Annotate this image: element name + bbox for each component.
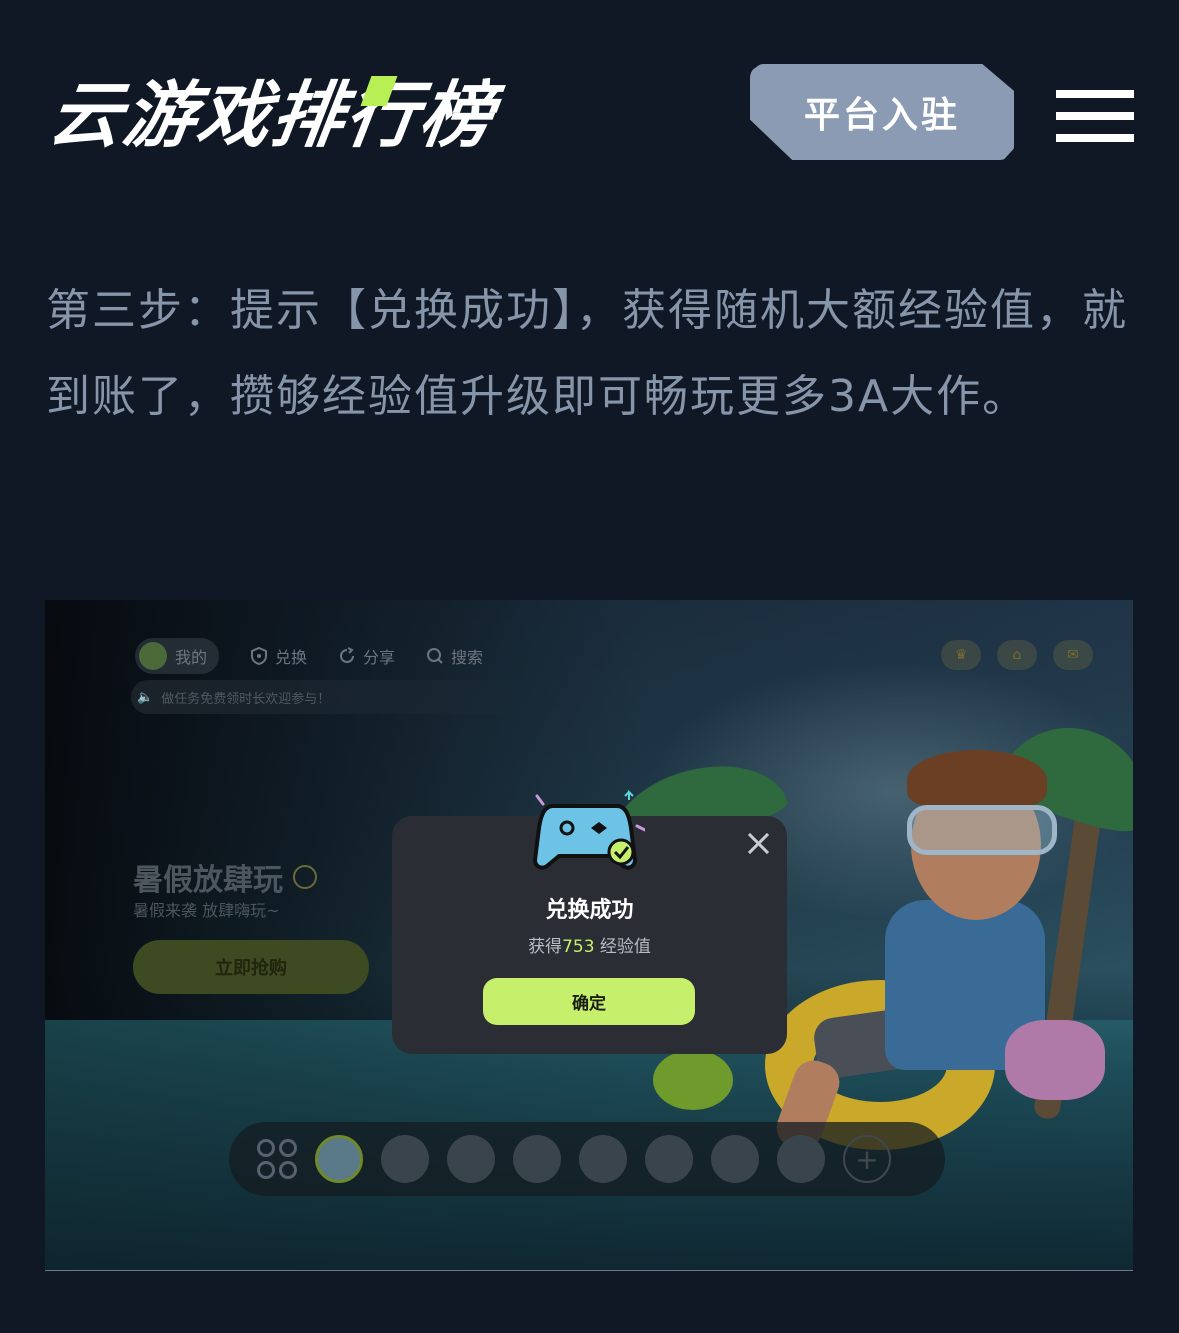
top-header: 云游戏排行榜 平台入驻 bbox=[0, 0, 1179, 230]
dialog-title: 兑换成功 bbox=[545, 898, 634, 923]
add-game-icon[interactable]: + bbox=[843, 1135, 891, 1183]
game-thumbnail[interactable] bbox=[315, 1135, 363, 1183]
game-thumbnail[interactable] bbox=[513, 1135, 561, 1183]
site-logo[interactable]: 云游戏排行榜 bbox=[44, 70, 500, 160]
clock-icon bbox=[293, 865, 317, 889]
nav-exchange[interactable]: 兑换 bbox=[249, 644, 307, 668]
dialog-reward: 获得753 经验值 bbox=[392, 932, 787, 957]
search-icon bbox=[427, 648, 443, 664]
mail-icon[interactable]: ✉ bbox=[1053, 640, 1093, 670]
nav-mine-label: 我的 bbox=[175, 648, 208, 667]
nav-share[interactable]: 分享 bbox=[337, 644, 395, 668]
game-thumbnail[interactable] bbox=[777, 1135, 825, 1183]
close-icon[interactable] bbox=[747, 832, 769, 854]
all-games-icon[interactable] bbox=[257, 1139, 297, 1179]
home-icon[interactable]: ⌂ bbox=[997, 640, 1037, 670]
vip-icon[interactable]: ♛ bbox=[941, 640, 981, 670]
speaker-icon: 🔈 bbox=[137, 690, 154, 705]
promo-title-text: 暑假放肆玩 bbox=[133, 863, 283, 898]
article-paragraph: 第三步：提示【兑换成功】，获得随机大额经验值，就到账了，攒够经验值升级即可畅玩更… bbox=[46, 285, 1128, 422]
gamepad-icon bbox=[532, 789, 645, 870]
platform-join-button[interactable]: 平台入驻 bbox=[750, 64, 1014, 160]
site-logo-text: 云游戏排行榜 bbox=[44, 73, 500, 157]
confirm-button[interactable]: 确定 bbox=[483, 978, 695, 1025]
buy-now-button[interactable]: 立即抢购 bbox=[133, 940, 369, 994]
notice: 🔈 做任务免费领时长欢迎参与！ bbox=[137, 688, 330, 707]
app-nav-bar: 我的 兑换 分享 搜索 bbox=[135, 638, 483, 674]
nav-search-label: 搜索 bbox=[451, 648, 484, 667]
nav-mine[interactable]: 我的 bbox=[135, 638, 220, 674]
share-icon bbox=[340, 647, 355, 663]
game-thumbnail[interactable] bbox=[381, 1135, 429, 1183]
character-goggles bbox=[907, 805, 1057, 855]
game-dock: + bbox=[229, 1122, 945, 1196]
reward-prefix: 获得 bbox=[528, 937, 563, 957]
nav-exchange-label: 兑换 bbox=[275, 648, 308, 667]
promo-title: 暑假放肆玩 bbox=[133, 855, 317, 899]
reward-suffix: 经验值 bbox=[594, 937, 651, 957]
menu-line bbox=[1056, 134, 1134, 142]
promo-subtitle: 暑假来袭 放肆嗨玩~ bbox=[133, 901, 280, 920]
reward-amount: 753 bbox=[562, 937, 595, 957]
top-right-icons: ♛ ⌂ ✉ bbox=[941, 640, 1093, 670]
avatar bbox=[139, 642, 167, 670]
shield-icon bbox=[251, 646, 268, 666]
nav-share-label: 分享 bbox=[363, 648, 396, 667]
menu-line bbox=[1056, 90, 1134, 98]
game-thumbnail[interactable] bbox=[645, 1135, 693, 1183]
game-thumbnail[interactable] bbox=[579, 1135, 627, 1183]
game-thumbnail[interactable] bbox=[711, 1135, 759, 1183]
green-mascot bbox=[653, 1050, 733, 1110]
menu-line bbox=[1056, 112, 1134, 120]
embedded-screenshot: 我的 兑换 分享 搜索 🔈 做任务免费领时长欢迎参与！ ♛ ⌂ ✉ 暑假放肆玩 … bbox=[45, 600, 1133, 1271]
character-hair bbox=[907, 750, 1047, 810]
toy-robot bbox=[1005, 1020, 1105, 1100]
game-thumbnail[interactable] bbox=[447, 1135, 495, 1183]
nav-search[interactable]: 搜索 bbox=[425, 644, 483, 668]
notice-text: 做任务免费领时长欢迎参与！ bbox=[161, 692, 331, 707]
hamburger-menu-icon[interactable] bbox=[1056, 90, 1134, 144]
